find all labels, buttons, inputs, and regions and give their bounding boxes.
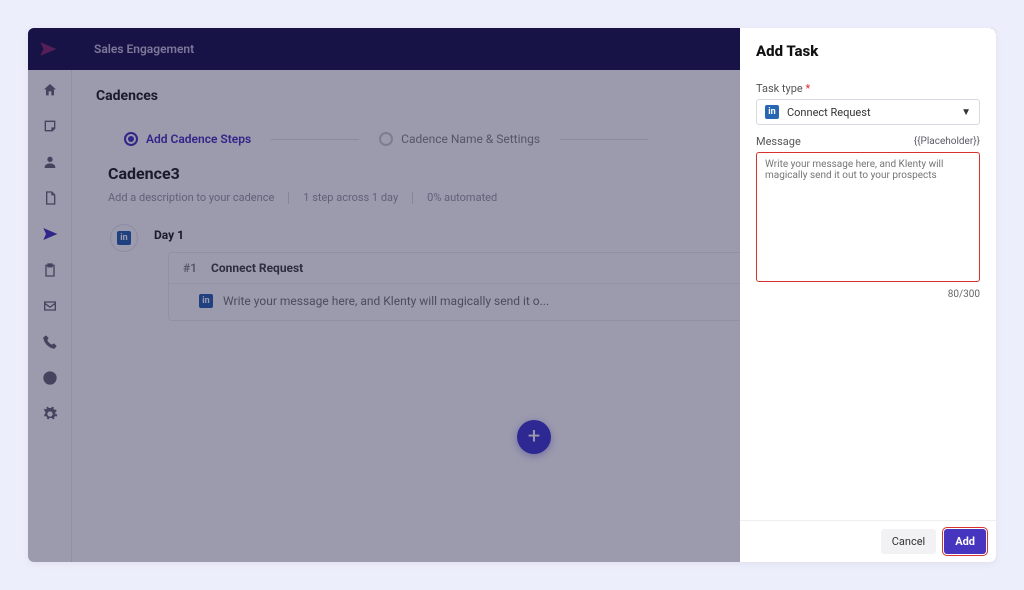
message-label: Message [756, 135, 801, 148]
message-label-row: Message {{Placeholder}} [756, 135, 980, 148]
add-task-panel: Add Task Task type * in Connect Request … [740, 28, 996, 562]
app-root: Sales Engagement Cadences Add Cadence St… [28, 28, 996, 562]
panel-title: Add Task [740, 28, 996, 72]
task-type-label: Task type * [756, 82, 980, 95]
task-type-select[interactable]: in Connect Request ▼ [756, 99, 980, 125]
task-type-selected-value: Connect Request [787, 106, 871, 119]
panel-footer: Cancel Add [740, 520, 996, 562]
linkedin-icon: in [765, 105, 779, 119]
add-button[interactable]: Add [944, 529, 986, 554]
char-count: 80/300 [756, 289, 980, 300]
placeholder-link[interactable]: {{Placeholder}} [914, 136, 980, 147]
message-input[interactable] [756, 152, 980, 282]
caret-down-icon: ▼ [961, 107, 971, 118]
cancel-button[interactable]: Cancel [881, 529, 936, 554]
